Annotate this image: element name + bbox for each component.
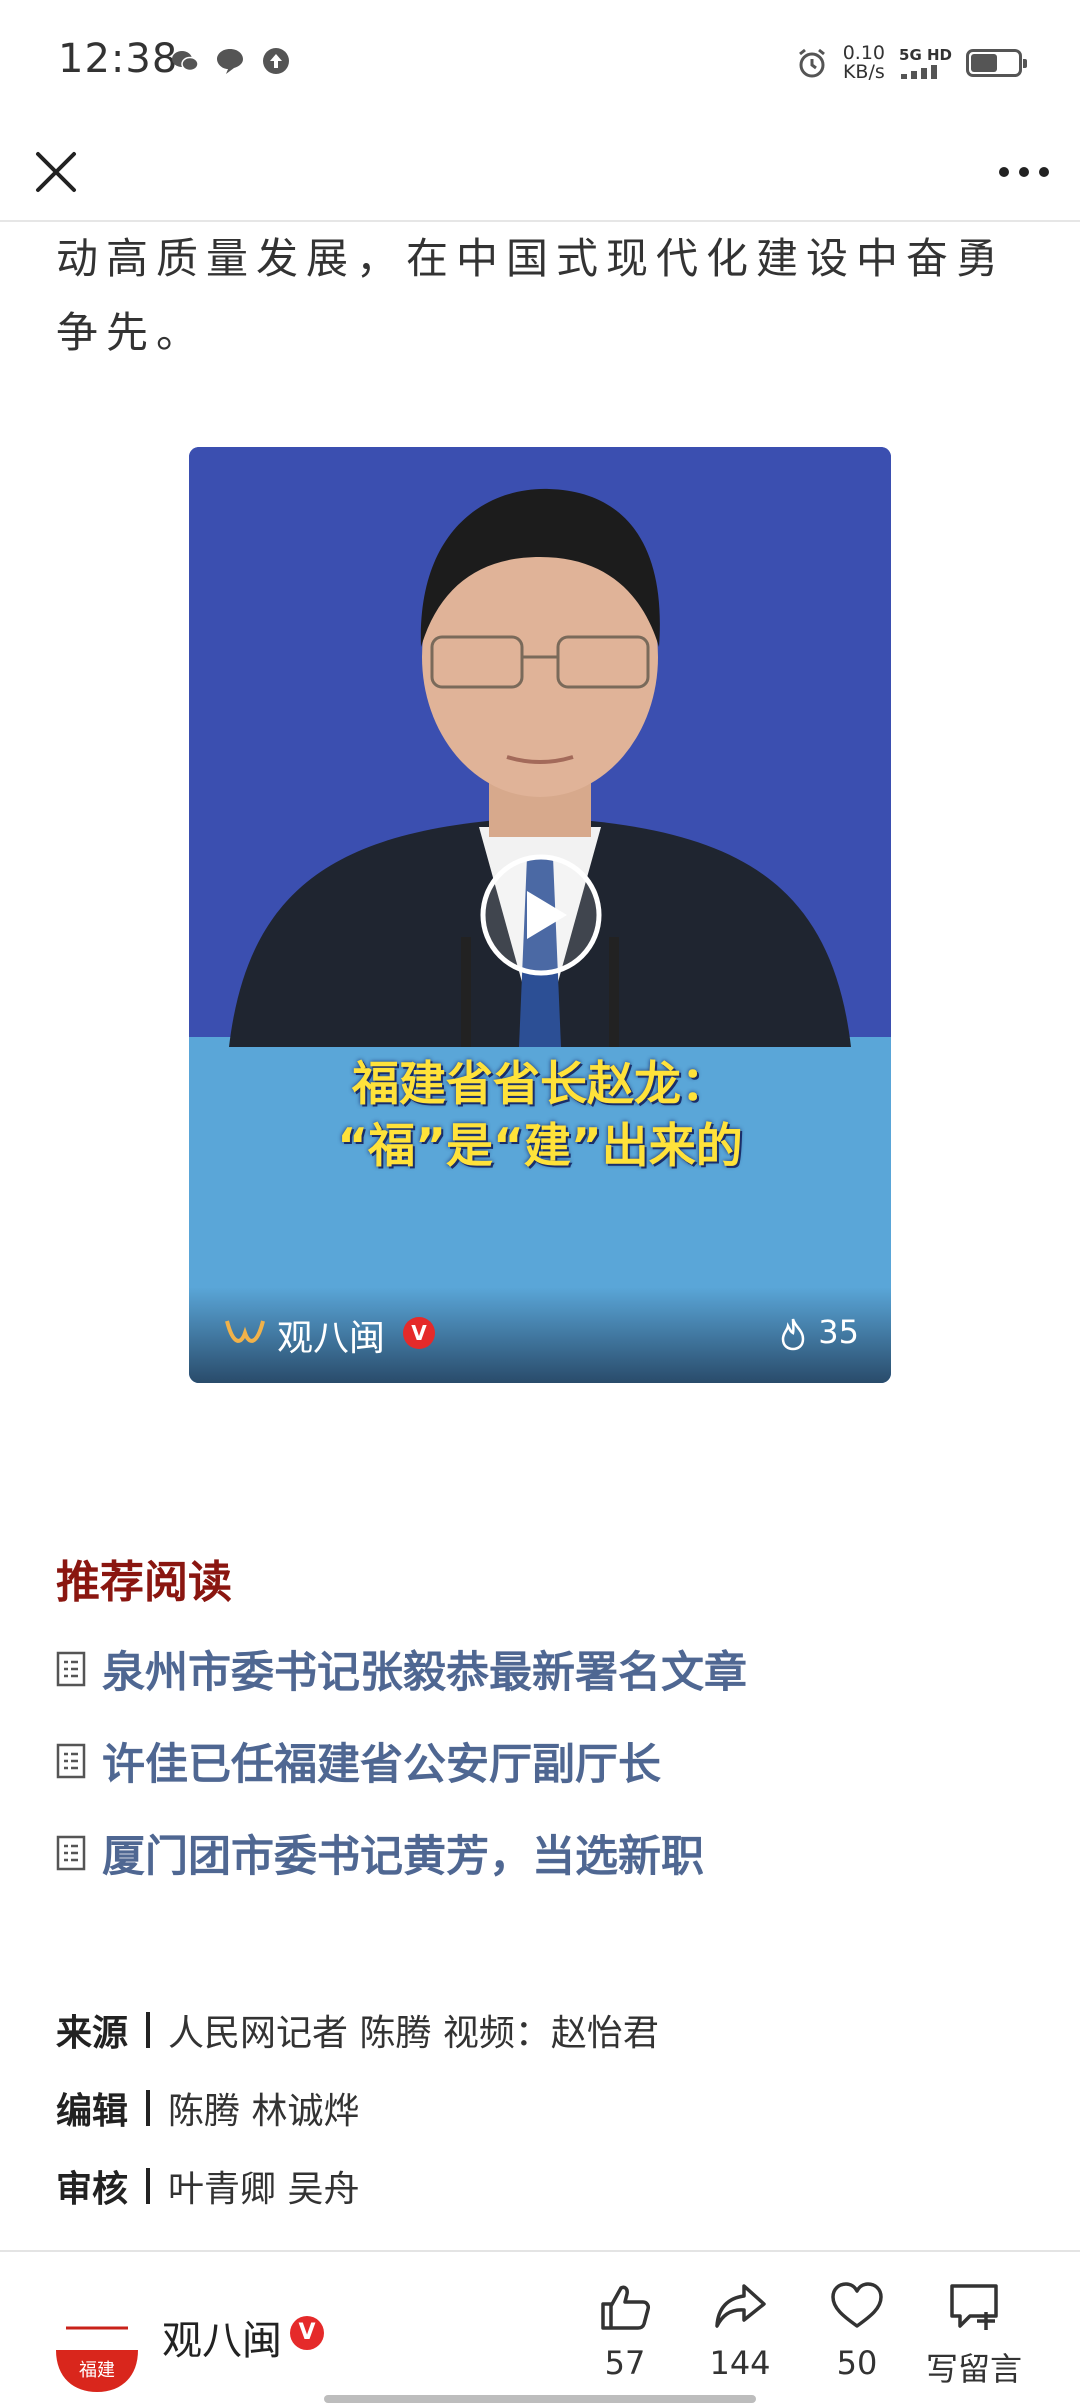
recommend-title: 推荐阅读: [56, 1557, 232, 1608]
signal-bars-icon: [901, 65, 938, 79]
signal: 5G HD: [899, 47, 952, 79]
recommend-link-label[interactable]: 泉州市委书记张毅恭最新署名文章: [102, 1638, 747, 1700]
credit-value: 叶青卿 吴舟: [168, 2169, 360, 2210]
message-icon: [217, 49, 243, 74]
favorite-button[interactable]: 50: [807, 2278, 907, 2382]
avatar-logo-icon: 福建: [56, 2326, 138, 2392]
video-footer: 观八闽 V 35: [189, 1287, 891, 1383]
share-button[interactable]: 144: [690, 2278, 790, 2382]
recommend-link[interactable]: 厦门团市委书记黄芳，当选新职: [56, 1818, 704, 1888]
comment-label: 写留言: [925, 2350, 1022, 2388]
top-nav-bar: [0, 126, 1080, 222]
home-indicator[interactable]: [324, 2395, 756, 2403]
like-button[interactable]: 57: [575, 2278, 675, 2382]
divider: [146, 2168, 151, 2204]
video-caption-line1: 福建省省长赵龙：: [352, 1057, 728, 1112]
favorite-count: 50: [836, 2344, 878, 2382]
status-time: 12:38: [58, 36, 179, 82]
account-name[interactable]: 观八闽: [162, 2308, 282, 2366]
credit-source: 来源 人民网记者 陈腾 视频：赵怡君: [56, 2004, 659, 2056]
heart-icon: [831, 2282, 883, 2328]
status-bar: 12:38 0.10 KB/s 5G HD: [0, 0, 1080, 126]
close-icon[interactable]: [28, 144, 84, 200]
credit-reviewer: 审核 叶青卿 吴舟: [56, 2160, 359, 2212]
document-icon: [56, 1651, 86, 1687]
article-paragraph: 动高质量发展，在中国式现代化建设中奋勇争先。: [56, 234, 1007, 357]
credit-key: 来源: [56, 2013, 129, 2054]
like-count: 57: [604, 2344, 646, 2382]
recommend-link-label[interactable]: 厦门团市委书记黄芳，当选新职: [102, 1822, 704, 1884]
verified-badge: V: [290, 2316, 324, 2350]
video-account-name[interactable]: 观八闽: [277, 1309, 385, 1361]
alarm-icon: [798, 48, 825, 78]
net-speed: 0.10 KB/s: [842, 42, 886, 83]
document-icon: [56, 1835, 86, 1871]
verified-badge: V: [403, 1317, 435, 1349]
credit-value: 人民网记者 陈腾 视频：赵怡君: [168, 2013, 659, 2054]
upload-icon: [263, 48, 289, 74]
channel-logo-icon: [225, 1320, 265, 1343]
credit-key: 编辑: [56, 2091, 129, 2132]
wechat-icon: [172, 51, 199, 72]
recommend-link-label[interactable]: 许佳已任福建省公安厅副厅长: [102, 1730, 661, 1792]
thumbs-up-icon: [601, 2285, 650, 2330]
comment-button[interactable]: 写留言: [924, 2278, 1024, 2390]
more-icon[interactable]: [992, 144, 1056, 200]
credit-key: 审核: [56, 2169, 129, 2210]
document-icon: [56, 1743, 86, 1779]
network-type: 5G HD: [899, 46, 952, 64]
battery-icon: [966, 49, 1027, 77]
recommend-link[interactable]: 许佳已任福建省公安厅副厅长: [56, 1726, 661, 1796]
comment-add-icon: [950, 2284, 998, 2330]
fire-icon: [781, 1318, 805, 1351]
divider: [146, 2090, 151, 2126]
video-heat-count: 35: [818, 1313, 859, 1351]
share-arrow-icon: [715, 2284, 766, 2328]
account-avatar[interactable]: 福建: [52, 2306, 142, 2396]
avatar-text: 福建: [79, 2360, 115, 2381]
credit-value: 陈腾 林诚烨: [168, 2091, 360, 2132]
divider: [146, 2012, 151, 2048]
recommend-link[interactable]: 泉州市委书记张毅恭最新署名文章: [56, 1634, 747, 1704]
video-caption-line2: “福”是“建”出来的: [337, 1119, 743, 1174]
play-button-icon[interactable]: [479, 853, 603, 977]
video-player[interactable]: 福建省省长赵龙： “福”是“建”出来的 观八闽 V 35: [189, 447, 891, 1383]
credit-editor: 编辑 陈腾 林诚烨: [56, 2082, 359, 2134]
share-count: 144: [709, 2344, 771, 2382]
bottom-action-bar: 福建 观八闽 V 57 144 50 写留言: [0, 2250, 1080, 2408]
